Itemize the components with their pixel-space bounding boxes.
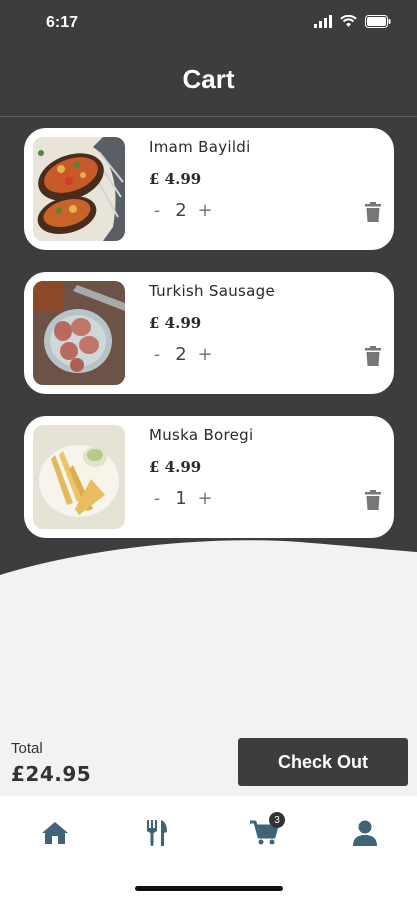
item-price: £ 4.99 xyxy=(149,314,202,332)
quantity-stepper: - 2 + xyxy=(149,344,213,365)
quantity-stepper: - 2 + xyxy=(149,200,213,221)
nav-menu[interactable] xyxy=(142,818,172,848)
cart-item: Muska Boregi £ 4.99 - 1 + xyxy=(24,416,394,538)
nav-profile[interactable] xyxy=(350,818,380,848)
user-icon xyxy=(353,820,377,846)
signal-icon xyxy=(314,15,332,28)
checkout-button[interactable]: Check Out xyxy=(238,738,408,786)
trash-icon[interactable] xyxy=(364,490,382,510)
cart-item: Imam Bayildi £ 4.99 - 2 + xyxy=(24,128,394,250)
status-bar: 6:17 xyxy=(0,0,417,48)
increase-button[interactable]: + xyxy=(197,488,213,509)
bottom-nav: 3 xyxy=(0,796,417,900)
trash-icon[interactable] xyxy=(364,202,382,222)
total-label: Total xyxy=(11,740,43,757)
utensils-icon xyxy=(147,820,167,846)
quantity-value: 1 xyxy=(175,488,187,509)
food-image-turkish-sausage xyxy=(33,281,125,385)
item-name: Turkish Sausage xyxy=(149,282,275,300)
quantity-stepper: - 1 + xyxy=(149,488,213,509)
home-icon xyxy=(42,822,68,844)
quantity-value: 2 xyxy=(175,344,187,365)
item-name: Imam Bayildi xyxy=(149,138,251,156)
item-price: £ 4.99 xyxy=(149,170,202,188)
header-divider xyxy=(0,116,417,117)
item-price: £ 4.99 xyxy=(149,458,202,476)
quantity-value: 2 xyxy=(175,200,187,221)
cart-item: Turkish Sausage £ 4.99 - 2 + xyxy=(24,272,394,394)
nav-home[interactable] xyxy=(40,818,70,848)
increase-button[interactable]: + xyxy=(197,200,213,221)
cart-count-badge: 3 xyxy=(269,812,285,828)
total-value: £24.95 xyxy=(11,762,92,786)
increase-button[interactable]: + xyxy=(197,344,213,365)
item-name: Muska Boregi xyxy=(149,426,254,444)
status-time: 6:17 xyxy=(46,14,79,31)
home-indicator xyxy=(135,886,283,891)
decrease-button[interactable]: - xyxy=(149,200,165,221)
wifi-icon xyxy=(340,15,357,27)
nav-cart[interactable]: 3 xyxy=(249,812,285,848)
trash-icon[interactable] xyxy=(364,346,382,366)
battery-icon xyxy=(365,15,391,28)
food-image-muska-boregi xyxy=(33,425,125,529)
food-image-imam-bayildi xyxy=(33,137,125,241)
decrease-button[interactable]: - xyxy=(149,488,165,509)
page-title: Cart xyxy=(182,64,235,94)
decrease-button[interactable]: - xyxy=(149,344,165,365)
